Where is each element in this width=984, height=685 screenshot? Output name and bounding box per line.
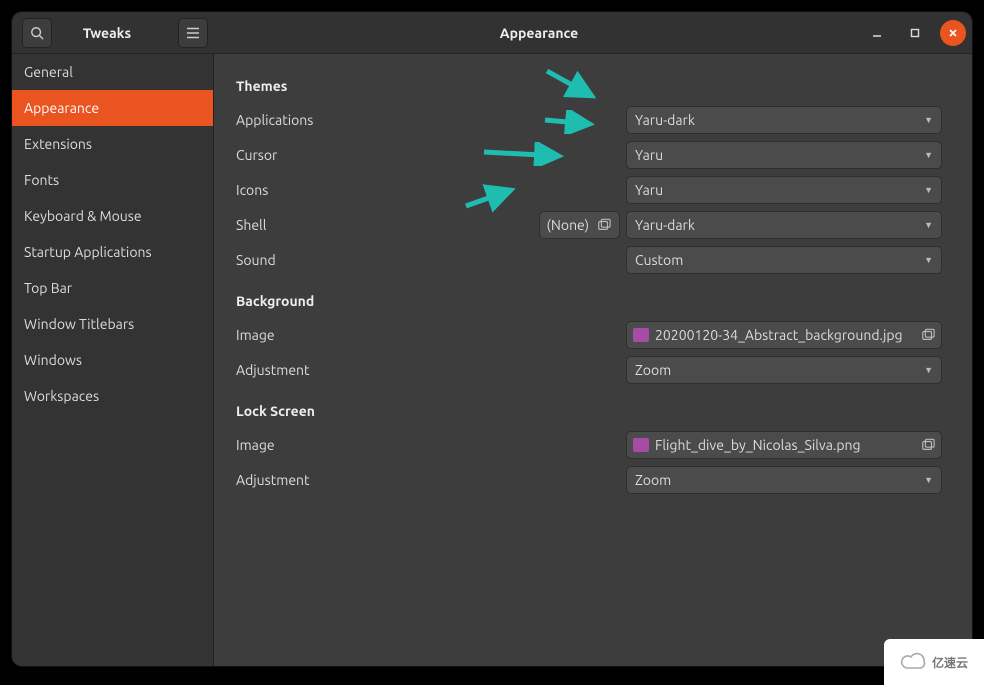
row-sound: Sound Custom ▼	[236, 242, 950, 277]
chevron-down-icon: ▼	[924, 185, 933, 195]
row-lockscreen-adjustment: Adjustment Zoom ▼	[236, 462, 950, 497]
row-label: Applications	[236, 112, 526, 128]
sidebar-item-keyboard-mouse[interactable]: Keyboard & Mouse	[12, 198, 213, 234]
icons-theme-combo[interactable]: Yaru ▼	[626, 176, 942, 204]
file-browse-icon	[921, 438, 935, 452]
combo-value: Yaru	[635, 147, 663, 163]
maximize-button[interactable]	[902, 20, 928, 46]
sound-theme-combo[interactable]: Custom ▼	[626, 246, 942, 274]
image-thumbnail-icon	[633, 438, 649, 452]
file-value: Flight_dive_by_Nicolas_Silva.png	[655, 437, 861, 453]
lockscreen-adjustment-combo[interactable]: Zoom ▼	[626, 466, 942, 494]
combo-value: Yaru	[635, 182, 663, 198]
row-label: Sound	[236, 252, 526, 268]
aux-label: (None)	[546, 217, 589, 233]
row-label: Adjustment	[236, 472, 526, 488]
sidebar-item-label: Startup Applications	[24, 244, 152, 260]
sidebar-item-label: Windows	[24, 352, 82, 368]
hamburger-menu-button[interactable]	[178, 18, 208, 48]
row-shell: Shell (None) Yaru-dark ▼	[236, 207, 950, 242]
sidebar-item-label: Top Bar	[24, 280, 72, 296]
lockscreen-image-file-chooser[interactable]: Flight_dive_by_Nicolas_Silva.png	[626, 431, 942, 459]
row-applications: Applications Yaru-dark ▼	[236, 102, 950, 137]
section-title-background: Background	[236, 293, 950, 309]
minimize-icon	[871, 27, 883, 39]
sidebar-item-label: General	[24, 64, 73, 80]
combo-value: Zoom	[635, 472, 671, 488]
sidebar-item-extensions[interactable]: Extensions	[12, 126, 213, 162]
sidebar-item-window-titlebars[interactable]: Window Titlebars	[12, 306, 213, 342]
row-label: Icons	[236, 182, 526, 198]
sidebar-item-label: Extensions	[24, 136, 92, 152]
file-value: 20200120-34_Abstract_background.jpg	[655, 327, 903, 343]
cursor-theme-combo[interactable]: Yaru ▼	[626, 141, 942, 169]
maximize-icon	[909, 27, 921, 39]
page-title: Appearance	[214, 25, 864, 41]
minimize-button[interactable]	[864, 20, 890, 46]
sidebar: General Appearance Extensions Fonts Keyb…	[12, 54, 214, 666]
sidebar-item-label: Keyboard & Mouse	[24, 208, 142, 224]
combo-value: Custom	[635, 252, 683, 268]
row-label: Shell	[236, 217, 526, 233]
window-controls	[864, 20, 972, 46]
row-icons: Icons Yaru ▼	[236, 172, 950, 207]
search-icon	[30, 26, 44, 40]
sidebar-item-workspaces[interactable]: Workspaces	[12, 378, 213, 414]
sidebar-item-general[interactable]: General	[12, 54, 213, 90]
background-image-file-chooser[interactable]: 20200120-34_Abstract_background.jpg	[626, 321, 942, 349]
sidebar-item-label: Appearance	[24, 100, 99, 116]
row-label: Cursor	[236, 147, 526, 163]
tweaks-window: Tweaks Appearance General Appearance Ex	[12, 12, 972, 666]
file-browse-icon	[921, 328, 935, 342]
row-cursor: Cursor Yaru ▼	[236, 137, 950, 172]
combo-value: Yaru-dark	[635, 112, 695, 128]
titlebar-left: Tweaks	[12, 12, 214, 53]
search-button[interactable]	[22, 18, 52, 48]
sidebar-item-label: Workspaces	[24, 388, 99, 404]
sidebar-item-fonts[interactable]: Fonts	[12, 162, 213, 198]
close-button[interactable]	[940, 20, 966, 46]
row-background-image: Image 20200120-34_Abstract_background.jp…	[236, 317, 950, 352]
section-title-lock-screen: Lock Screen	[236, 403, 950, 419]
combo-value: Yaru-dark	[635, 217, 695, 233]
sidebar-item-top-bar[interactable]: Top Bar	[12, 270, 213, 306]
sidebar-item-startup-applications[interactable]: Startup Applications	[12, 234, 213, 270]
close-icon	[947, 27, 959, 39]
sidebar-item-label: Fonts	[24, 172, 59, 188]
row-background-adjustment: Adjustment Zoom ▼	[236, 352, 950, 387]
sidebar-item-label: Window Titlebars	[24, 316, 134, 332]
watermark-label: 亿速云	[932, 654, 968, 671]
row-label: Adjustment	[236, 362, 526, 378]
titlebar: Tweaks Appearance	[12, 12, 972, 54]
chevron-down-icon: ▼	[924, 475, 933, 485]
shell-theme-combo[interactable]: Yaru-dark ▼	[626, 211, 942, 239]
chevron-down-icon: ▼	[924, 365, 933, 375]
sidebar-item-appearance[interactable]: Appearance	[12, 90, 213, 126]
image-thumbnail-icon	[633, 328, 649, 342]
row-lockscreen-image: Image Flight_dive_by_Nicolas_Silva.png	[236, 427, 950, 462]
chevron-down-icon: ▼	[924, 220, 933, 230]
background-adjustment-combo[interactable]: Zoom ▼	[626, 356, 942, 384]
chevron-down-icon: ▼	[924, 255, 933, 265]
file-browse-icon	[595, 216, 613, 234]
watermark: 亿速云	[884, 639, 984, 685]
window-body: General Appearance Extensions Fonts Keyb…	[12, 54, 972, 666]
section-title-themes: Themes	[236, 78, 950, 94]
shell-none-button[interactable]: (None)	[539, 211, 620, 239]
row-label: Image	[236, 437, 526, 453]
chevron-down-icon: ▼	[924, 150, 933, 160]
cloud-icon	[900, 652, 928, 672]
app-title: Tweaks	[52, 25, 178, 41]
combo-value: Zoom	[635, 362, 671, 378]
sidebar-item-windows[interactable]: Windows	[12, 342, 213, 378]
content-pane: Themes Applications Yaru-dark ▼ Cursor Y…	[214, 54, 972, 666]
hamburger-icon	[186, 27, 200, 39]
row-label: Image	[236, 327, 526, 343]
chevron-down-icon: ▼	[924, 115, 933, 125]
applications-theme-combo[interactable]: Yaru-dark ▼	[626, 106, 942, 134]
